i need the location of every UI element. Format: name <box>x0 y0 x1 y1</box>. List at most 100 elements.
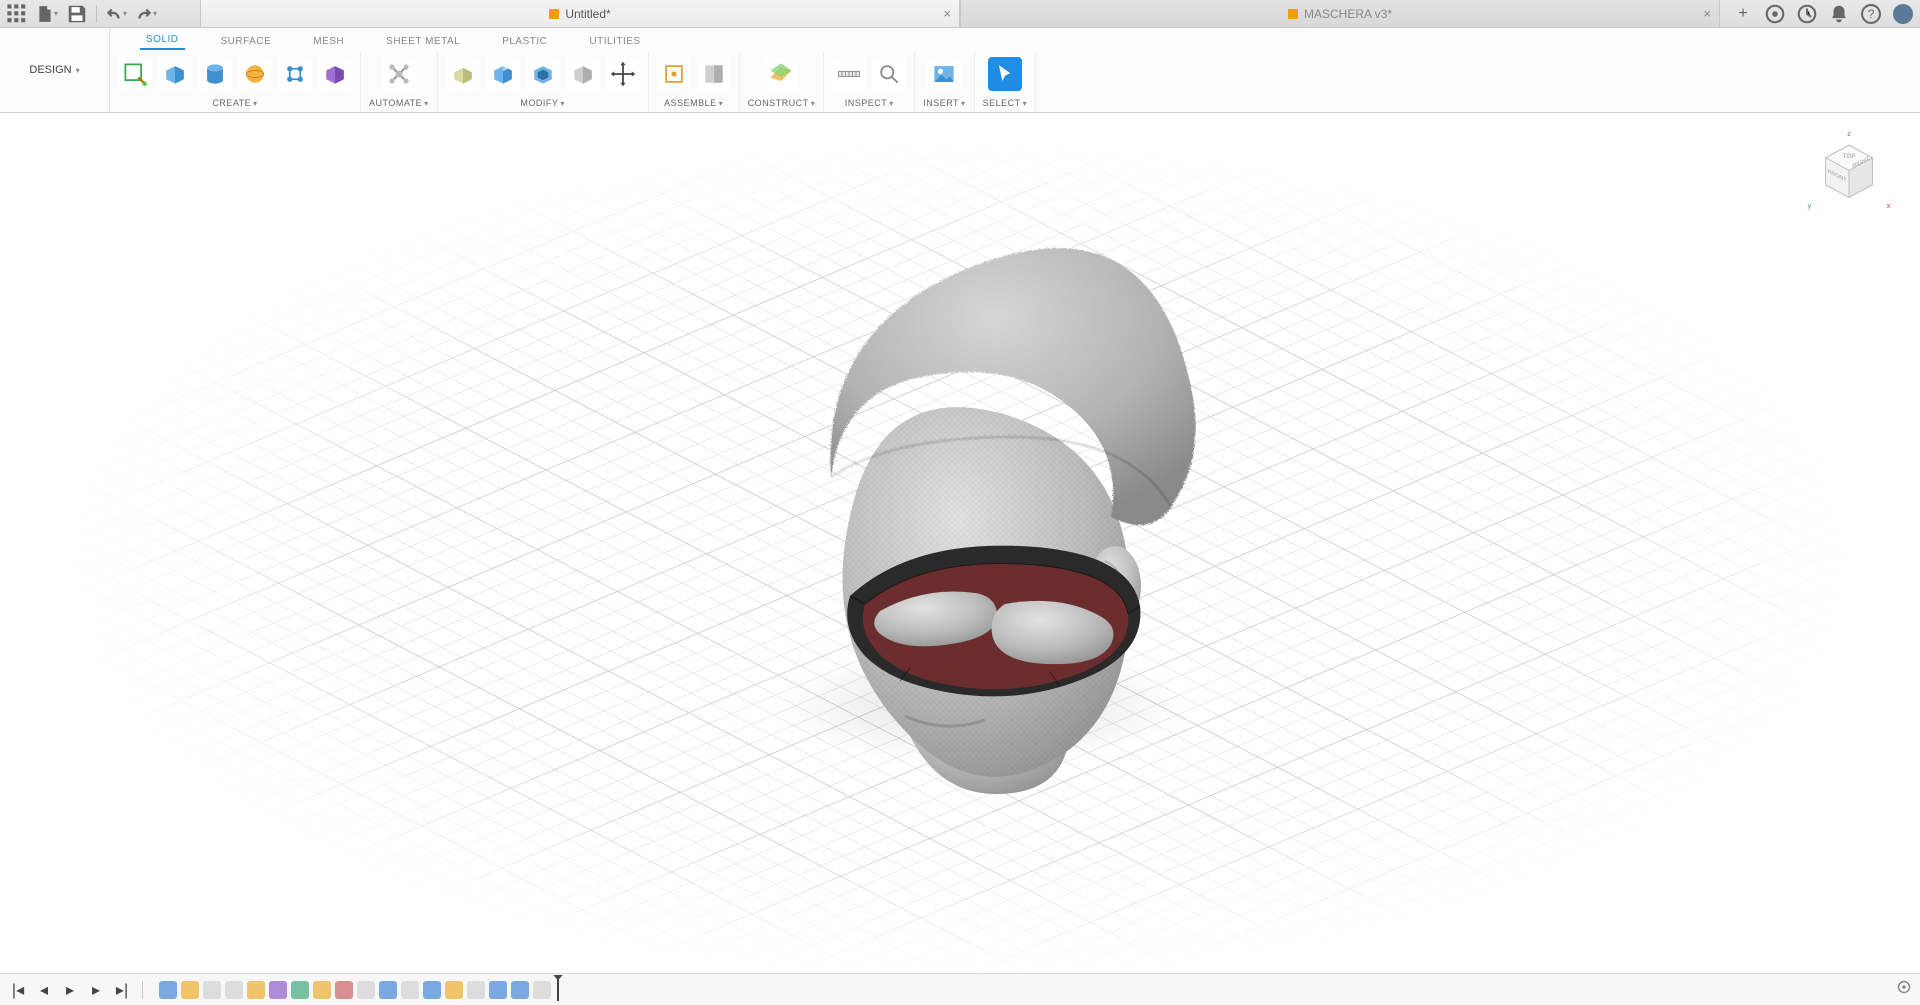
group-label[interactable]: MODIFY▾ <box>520 98 565 108</box>
measure-tool[interactable] <box>832 57 866 91</box>
group-label[interactable]: CREATE▾ <box>212 98 257 108</box>
box-tool[interactable] <box>158 57 192 91</box>
ribbon-content: SOLID SURFACE MESH SHEET METAL PLASTIC U… <box>110 28 1920 112</box>
timeline-node[interactable] <box>489 981 507 999</box>
timeline-node[interactable] <box>247 981 265 999</box>
env-tab-plastic[interactable]: PLASTIC <box>496 33 553 50</box>
group-inspect: INSPECT▾ <box>824 52 915 112</box>
notifications-icon[interactable] <box>1828 3 1850 25</box>
timeline-first-button[interactable]: |◂ <box>8 980 28 1000</box>
timeline-node[interactable] <box>423 981 441 999</box>
view-cube[interactable]: TOP FRONT RIGHT z x y <box>1804 129 1894 219</box>
model-head-with-mask[interactable] <box>700 216 1220 836</box>
timeline-next-button[interactable]: ▸ <box>86 980 106 1000</box>
joint-tool[interactable] <box>657 57 691 91</box>
document-tab-title: Untitled* <box>565 7 610 21</box>
app-bar-right: + ? <box>1732 0 1914 28</box>
timeline-node[interactable] <box>181 981 199 999</box>
document-tab-inactive[interactable]: MASCHERA v3* × <box>960 0 1720 28</box>
fillet-tool[interactable] <box>486 57 520 91</box>
group-label[interactable]: AUTOMATE▾ <box>369 98 429 108</box>
apps-grid-icon[interactable] <box>6 3 28 25</box>
document-tab-bar: Untitled* × MASCHERA v3* × <box>200 0 1720 28</box>
close-tab-icon[interactable]: × <box>943 6 951 21</box>
fusion-logo-icon <box>549 9 559 19</box>
timeline-node[interactable] <box>379 981 397 999</box>
section-analysis-tool[interactable] <box>872 57 906 91</box>
timeline-node[interactable] <box>291 981 309 999</box>
group-label[interactable]: INSPECT▾ <box>845 98 894 108</box>
construction-plane-tool[interactable] <box>764 57 798 91</box>
close-tab-icon[interactable]: × <box>1703 6 1711 21</box>
env-tab-solid[interactable]: SOLID <box>140 31 185 50</box>
axis-z-label: z <box>1847 129 1851 138</box>
timeline-settings-icon[interactable] <box>1896 979 1912 1000</box>
timeline-playhead[interactable] <box>557 979 559 1001</box>
save-button[interactable] <box>66 3 88 25</box>
timeline-node[interactable] <box>269 981 287 999</box>
env-tab-utilities[interactable]: UTILITIES <box>583 33 646 50</box>
move-tool[interactable] <box>606 57 640 91</box>
new-tab-button[interactable]: + <box>1732 3 1754 25</box>
group-assemble: ASSEMBLE▾ <box>649 52 740 112</box>
tool-groups: CREATE▾ AUTOMATE▾ <box>110 50 1920 112</box>
as-built-joint-tool[interactable] <box>697 57 731 91</box>
env-tab-mesh[interactable]: MESH <box>307 33 350 50</box>
group-construct: CONSTRUCT▾ <box>740 52 825 112</box>
document-tab-title: MASCHERA v3* <box>1304 7 1392 21</box>
create-form-tool[interactable] <box>318 57 352 91</box>
cylinder-tool[interactable] <box>198 57 232 91</box>
timeline-node[interactable] <box>159 981 177 999</box>
group-label[interactable]: ASSEMBLE▾ <box>664 98 723 108</box>
env-tab-surface[interactable]: SURFACE <box>215 33 278 50</box>
sphere-tool[interactable] <box>238 57 272 91</box>
axis-y-label: y <box>1808 201 1812 210</box>
group-label[interactable]: INSERT▾ <box>923 98 965 108</box>
workspace-label: DESIGN <box>29 64 71 76</box>
timeline-node[interactable] <box>401 981 419 999</box>
help-icon[interactable]: ? <box>1860 3 1882 25</box>
separator <box>96 5 97 23</box>
timeline-node[interactable] <box>225 981 243 999</box>
timeline-node[interactable] <box>203 981 221 999</box>
create-sketch-tool[interactable] <box>118 57 152 91</box>
group-select: SELECT▾ <box>975 52 1037 112</box>
timeline-last-button[interactable]: ▸| <box>112 980 132 1000</box>
group-label[interactable]: CONSTRUCT▾ <box>748 98 816 108</box>
workspace-switcher[interactable]: DESIGN▾ <box>0 28 110 112</box>
pipe-tool[interactable] <box>278 57 312 91</box>
profile-avatar[interactable] <box>1892 3 1914 25</box>
svg-text:?: ? <box>1868 7 1875 21</box>
automate-tool[interactable] <box>382 57 416 91</box>
timeline-node[interactable] <box>313 981 331 999</box>
select-tool[interactable] <box>988 57 1022 91</box>
viewport[interactable]: TOP FRONT RIGHT z x y <box>0 113 1920 973</box>
extensions-icon[interactable] <box>1764 3 1786 25</box>
timeline-node[interactable] <box>511 981 529 999</box>
viewcube-top-label: TOP <box>1843 153 1856 160</box>
timeline-node[interactable] <box>445 981 463 999</box>
timeline-node[interactable] <box>357 981 375 999</box>
timeline-play-button[interactable]: ▸ <box>60 980 80 1000</box>
separator <box>142 981 143 999</box>
timeline-node[interactable] <box>335 981 353 999</box>
insert-decal-tool[interactable] <box>927 57 961 91</box>
shell-tool[interactable] <box>526 57 560 91</box>
timeline-node[interactable] <box>533 981 551 999</box>
fusion-logo-icon <box>1288 9 1298 19</box>
timeline-prev-button[interactable]: ◂ <box>34 980 54 1000</box>
group-automate: AUTOMATE▾ <box>361 52 438 112</box>
file-menu-button[interactable] <box>36 3 58 25</box>
env-tab-sheet-metal[interactable]: SHEET METAL <box>380 33 466 50</box>
group-insert: INSERT▾ <box>915 52 974 112</box>
press-pull-tool[interactable] <box>446 57 480 91</box>
undo-button[interactable] <box>105 3 127 25</box>
timeline-track[interactable] <box>159 979 559 1001</box>
job-status-icon[interactable] <box>1796 3 1818 25</box>
combine-tool[interactable] <box>566 57 600 91</box>
document-tab-active[interactable]: Untitled* × <box>200 0 960 28</box>
timeline-node[interactable] <box>467 981 485 999</box>
group-create: CREATE▾ <box>110 52 361 112</box>
group-label[interactable]: SELECT▾ <box>983 98 1028 108</box>
redo-button[interactable] <box>135 3 157 25</box>
